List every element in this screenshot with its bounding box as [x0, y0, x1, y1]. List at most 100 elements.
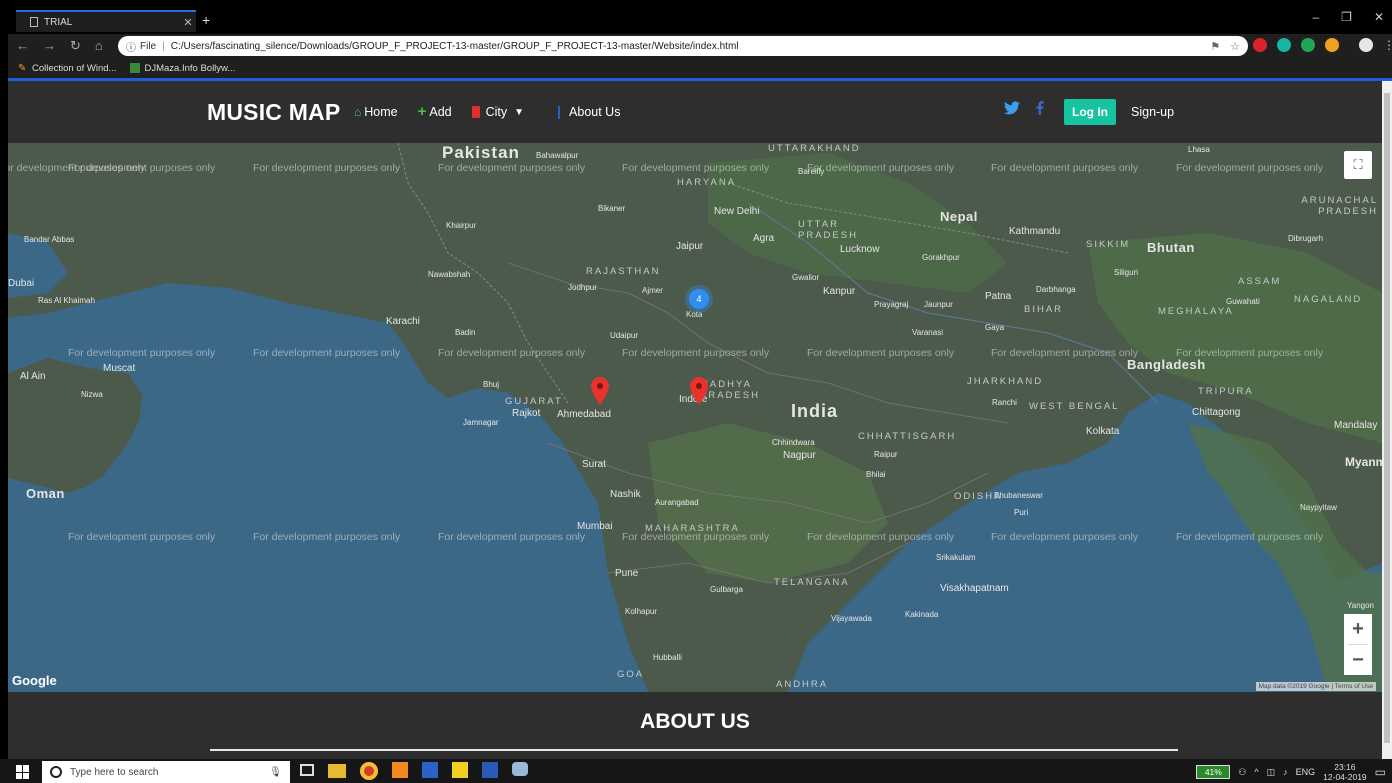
dev-watermark: For development purposes only	[253, 347, 401, 359]
cloud-app-icon[interactable]	[512, 762, 528, 776]
map-pin-icon[interactable]	[690, 377, 708, 405]
taskbar-search[interactable]: Type here to search 🎙	[42, 761, 290, 783]
url-separator: |	[162, 40, 165, 52]
zoom-control: + −	[1344, 614, 1372, 675]
translate-icon[interactable]: ⚑	[1210, 40, 1220, 53]
battery-indicator[interactable]: 41%	[1196, 765, 1231, 779]
bookmark-star-icon[interactable]: ☆	[1230, 40, 1240, 53]
site-brand[interactable]: MUSIC MAP	[207, 99, 340, 126]
home-icon[interactable]: ⌂	[95, 38, 103, 54]
map-container[interactable]: For development purposes only For develo…	[8, 143, 1382, 692]
windows-start-icon[interactable]	[16, 765, 30, 779]
address-bar[interactable]: ⓘ File | C:/Users/fascinating_silence/Do…	[118, 36, 1248, 56]
omnibox-icons: ⚑ ☆	[1210, 38, 1248, 54]
map-label: Kota	[686, 310, 703, 319]
map-attribution[interactable]: Map data ©2019 Google | Terms of Use	[1255, 682, 1376, 691]
bookmark-item[interactable]: DJMaza.Info Bollyw...	[130, 63, 235, 74]
map-label: Kathmandu	[1009, 226, 1061, 237]
page-scrollbar[interactable]	[1382, 81, 1392, 759]
screen: TRIAL ✕ + – ❐ ✕ ← → ↻ ⌂ ⓘ File | C:/User…	[0, 0, 1392, 783]
map-label: Nizwa	[81, 390, 103, 399]
cookie-icon[interactable]	[1325, 38, 1339, 52]
taskbar-clock[interactable]: 23:16 12-04-2019	[1323, 762, 1366, 782]
nav-buttons: ← → ↻ ⌂	[16, 38, 103, 54]
microphone-icon[interactable]: 🎙	[269, 767, 282, 778]
word-icon[interactable]	[482, 762, 498, 778]
login-button[interactable]: Log In	[1064, 99, 1116, 125]
map-label: Nashik	[610, 489, 641, 500]
map-label: Guwahati	[1226, 297, 1260, 306]
file-explorer-icon[interactable]	[328, 764, 346, 778]
browser-tab[interactable]: TRIAL ✕	[16, 10, 196, 32]
sticky-notes-icon[interactable]	[452, 762, 468, 778]
about-section: ABOUT US	[8, 692, 1382, 759]
input-language[interactable]: ENG	[1296, 767, 1316, 777]
zoom-in-button[interactable]: +	[1344, 614, 1372, 644]
signup-link[interactable]: Sign-up	[1131, 105, 1174, 119]
map-label: Myanmar (Burma)	[1345, 455, 1382, 469]
dev-watermark: For development purposes only	[991, 162, 1139, 174]
facebook-icon[interactable]	[1036, 101, 1044, 115]
nav-about-label: About Us	[569, 105, 621, 119]
map-label: Bikaner	[598, 204, 626, 213]
new-tab-button[interactable]: +	[202, 12, 210, 28]
map-label: Ranchi	[992, 398, 1017, 407]
volume-icon[interactable]: ♪	[1283, 767, 1288, 777]
map-label: Puri	[1014, 508, 1029, 517]
marker-cluster[interactable]: 4	[689, 289, 709, 309]
browser-tabstrip: TRIAL ✕ + – ❐ ✕	[8, 8, 1392, 32]
menu-kebab-icon[interactable]: ⋮	[1383, 38, 1392, 52]
dev-watermark: For development purposes only	[807, 531, 955, 543]
home-icon: ⌂	[354, 105, 362, 119]
system-tray: 41% ⚇ ^ ◫ ♪ ENG 23:16 12-04-2019 ▭	[1196, 762, 1386, 782]
map-label: Ajmer	[642, 286, 663, 295]
map-label: Bhilai	[866, 470, 886, 479]
task-view-icon[interactable]	[300, 764, 314, 776]
zoom-out-button[interactable]: −	[1344, 645, 1372, 675]
map-region-label: GOA	[617, 669, 645, 680]
fullscreen-icon[interactable]: ⛶	[1344, 151, 1372, 179]
taskbar-search-placeholder: Type here to search	[70, 766, 159, 778]
network-icon[interactable]: ◫	[1267, 767, 1276, 778]
adblock-icon[interactable]	[1253, 38, 1267, 52]
back-arrow-icon[interactable]: ←	[16, 38, 29, 54]
tab-close-icon[interactable]: ✕	[180, 16, 196, 29]
nav-add[interactable]: + Add	[418, 104, 452, 119]
bookmark-item[interactable]: ✎ Collection of Wind...	[18, 63, 116, 75]
map-label: Pakistan	[442, 143, 520, 162]
twitter-icon[interactable]	[1004, 101, 1020, 115]
chrome-icon[interactable]	[360, 762, 378, 780]
tray-chevron-icon[interactable]: ^	[1254, 767, 1258, 777]
map-region-label: GUJARAT	[505, 396, 563, 407]
window-controls: – ❐ ✕	[1312, 10, 1384, 24]
info-icon[interactable]: ⓘ	[126, 39, 136, 54]
extension-icon[interactable]	[1277, 38, 1291, 52]
grammarly-icon[interactable]	[1301, 38, 1315, 52]
reload-icon[interactable]: ↻	[70, 38, 81, 54]
scrollbar-thumb[interactable]	[1384, 93, 1390, 743]
map-pin-icon[interactable]	[591, 377, 609, 405]
sublime-icon[interactable]	[392, 762, 408, 778]
restore-button[interactable]: ❐	[1341, 10, 1352, 24]
map-label: Yangon	[1347, 601, 1374, 610]
minimize-button[interactable]: –	[1312, 10, 1319, 24]
people-icon[interactable]: ⚇	[1238, 767, 1246, 778]
calendar-app-icon[interactable]	[422, 762, 438, 778]
notification-icon[interactable]: ▭	[1375, 765, 1386, 779]
dev-watermark: For development purposes only	[438, 162, 586, 174]
map-label: Surat	[582, 459, 606, 470]
map-region-label: JHARKHAND	[967, 376, 1044, 387]
profile-avatar[interactable]	[1359, 38, 1373, 52]
cortana-icon	[50, 766, 62, 778]
google-logo[interactable]: Google	[12, 673, 57, 688]
nav-home[interactable]: ⌂ Home	[354, 105, 398, 119]
close-window-button[interactable]: ✕	[1374, 10, 1384, 24]
forward-arrow-icon[interactable]: →	[43, 38, 56, 54]
dev-watermark: For development purposes only	[68, 531, 216, 543]
map-label: Khairpur	[446, 221, 477, 230]
nav-city-dropdown[interactable]: City ▼	[471, 105, 524, 119]
map-region-label: BIHAR	[1024, 304, 1064, 315]
map-label: Karachi	[386, 316, 420, 327]
nav-about[interactable]: About Us	[558, 105, 620, 119]
map-label: Nagpur	[783, 450, 816, 461]
